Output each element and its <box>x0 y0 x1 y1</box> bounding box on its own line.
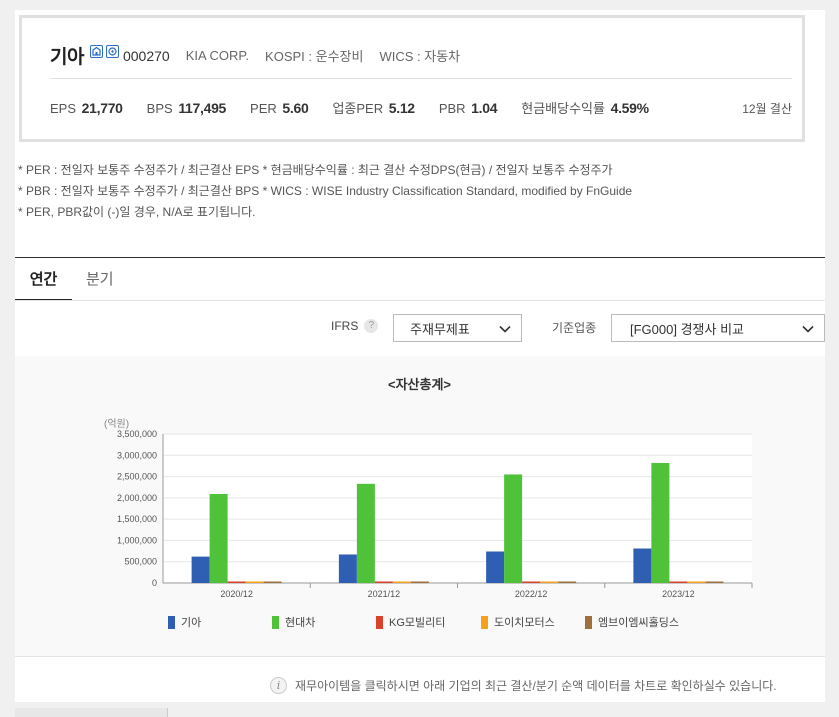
bar-2 <box>669 581 688 583</box>
bar-1 <box>651 462 670 583</box>
info-icon: i <box>270 677 287 694</box>
legend-swatch <box>376 616 383 629</box>
bar-0 <box>338 554 357 583</box>
bar-0 <box>191 556 210 583</box>
legend-label: KG모빌리티 <box>389 616 445 629</box>
legend-swatch <box>168 616 175 629</box>
y-axis-unit: (억원) <box>104 418 129 430</box>
bar-4 <box>558 581 577 583</box>
y-tick-label: 1,500,000 <box>117 514 157 524</box>
info-text: 재무아이템을 클릭하시면 아래 기업의 최근 결산/분기 순액 데이터를 차트로… <box>295 679 777 693</box>
horizontal-scrollbar[interactable] <box>15 708 168 717</box>
x-tick-label: 2020/12 <box>220 589 253 599</box>
bar-1 <box>504 474 523 583</box>
bar-4 <box>705 581 724 583</box>
bar-2 <box>227 581 246 583</box>
y-tick-label: 2,500,000 <box>117 472 157 482</box>
y-tick-label: 2,000,000 <box>117 493 157 503</box>
bar-0 <box>486 551 505 583</box>
bar-3 <box>392 581 411 583</box>
total-assets-chart: 3,500,000 3,000,000 2,500,000 2,000,000 1,50… <box>104 418 753 629</box>
bar-3 <box>540 581 559 583</box>
bar-1 <box>209 494 228 583</box>
bar-2 <box>522 581 541 583</box>
bar-4 <box>263 581 282 583</box>
x-tick-label: 2023/12 <box>662 589 695 599</box>
y-tick-label: 1,000,000 <box>117 535 157 545</box>
legend-label: 기아 <box>181 616 201 629</box>
bar-0 <box>633 548 652 583</box>
y-tick-label: 500,000 <box>124 557 157 567</box>
y-tick-label: 3,000,000 <box>117 450 157 460</box>
legend-label: 현대차 <box>285 616 315 629</box>
bar-3 <box>245 581 264 583</box>
legend-swatch <box>481 616 488 629</box>
legend-swatch <box>272 616 279 629</box>
y-tick-label: 3,500,000 <box>117 429 157 439</box>
x-tick-label: 2022/12 <box>515 589 548 599</box>
bar-3 <box>687 581 706 583</box>
legend-swatch <box>585 616 592 629</box>
bar-4 <box>410 581 429 583</box>
bar-2 <box>374 581 393 583</box>
bar-1 <box>356 483 375 583</box>
legend-label: 엠브이엠씨홀딩스 <box>598 616 679 629</box>
legend-label: 도이치모터스 <box>494 616 555 629</box>
info-message: i 재무아이템을 클릭하시면 아래 기업의 최근 결산/분기 순액 데이터를 차… <box>270 677 777 694</box>
bottom-divider <box>15 656 825 657</box>
x-tick-label: 2021/12 <box>368 589 401 599</box>
y-tick-label: 0 <box>152 578 157 588</box>
